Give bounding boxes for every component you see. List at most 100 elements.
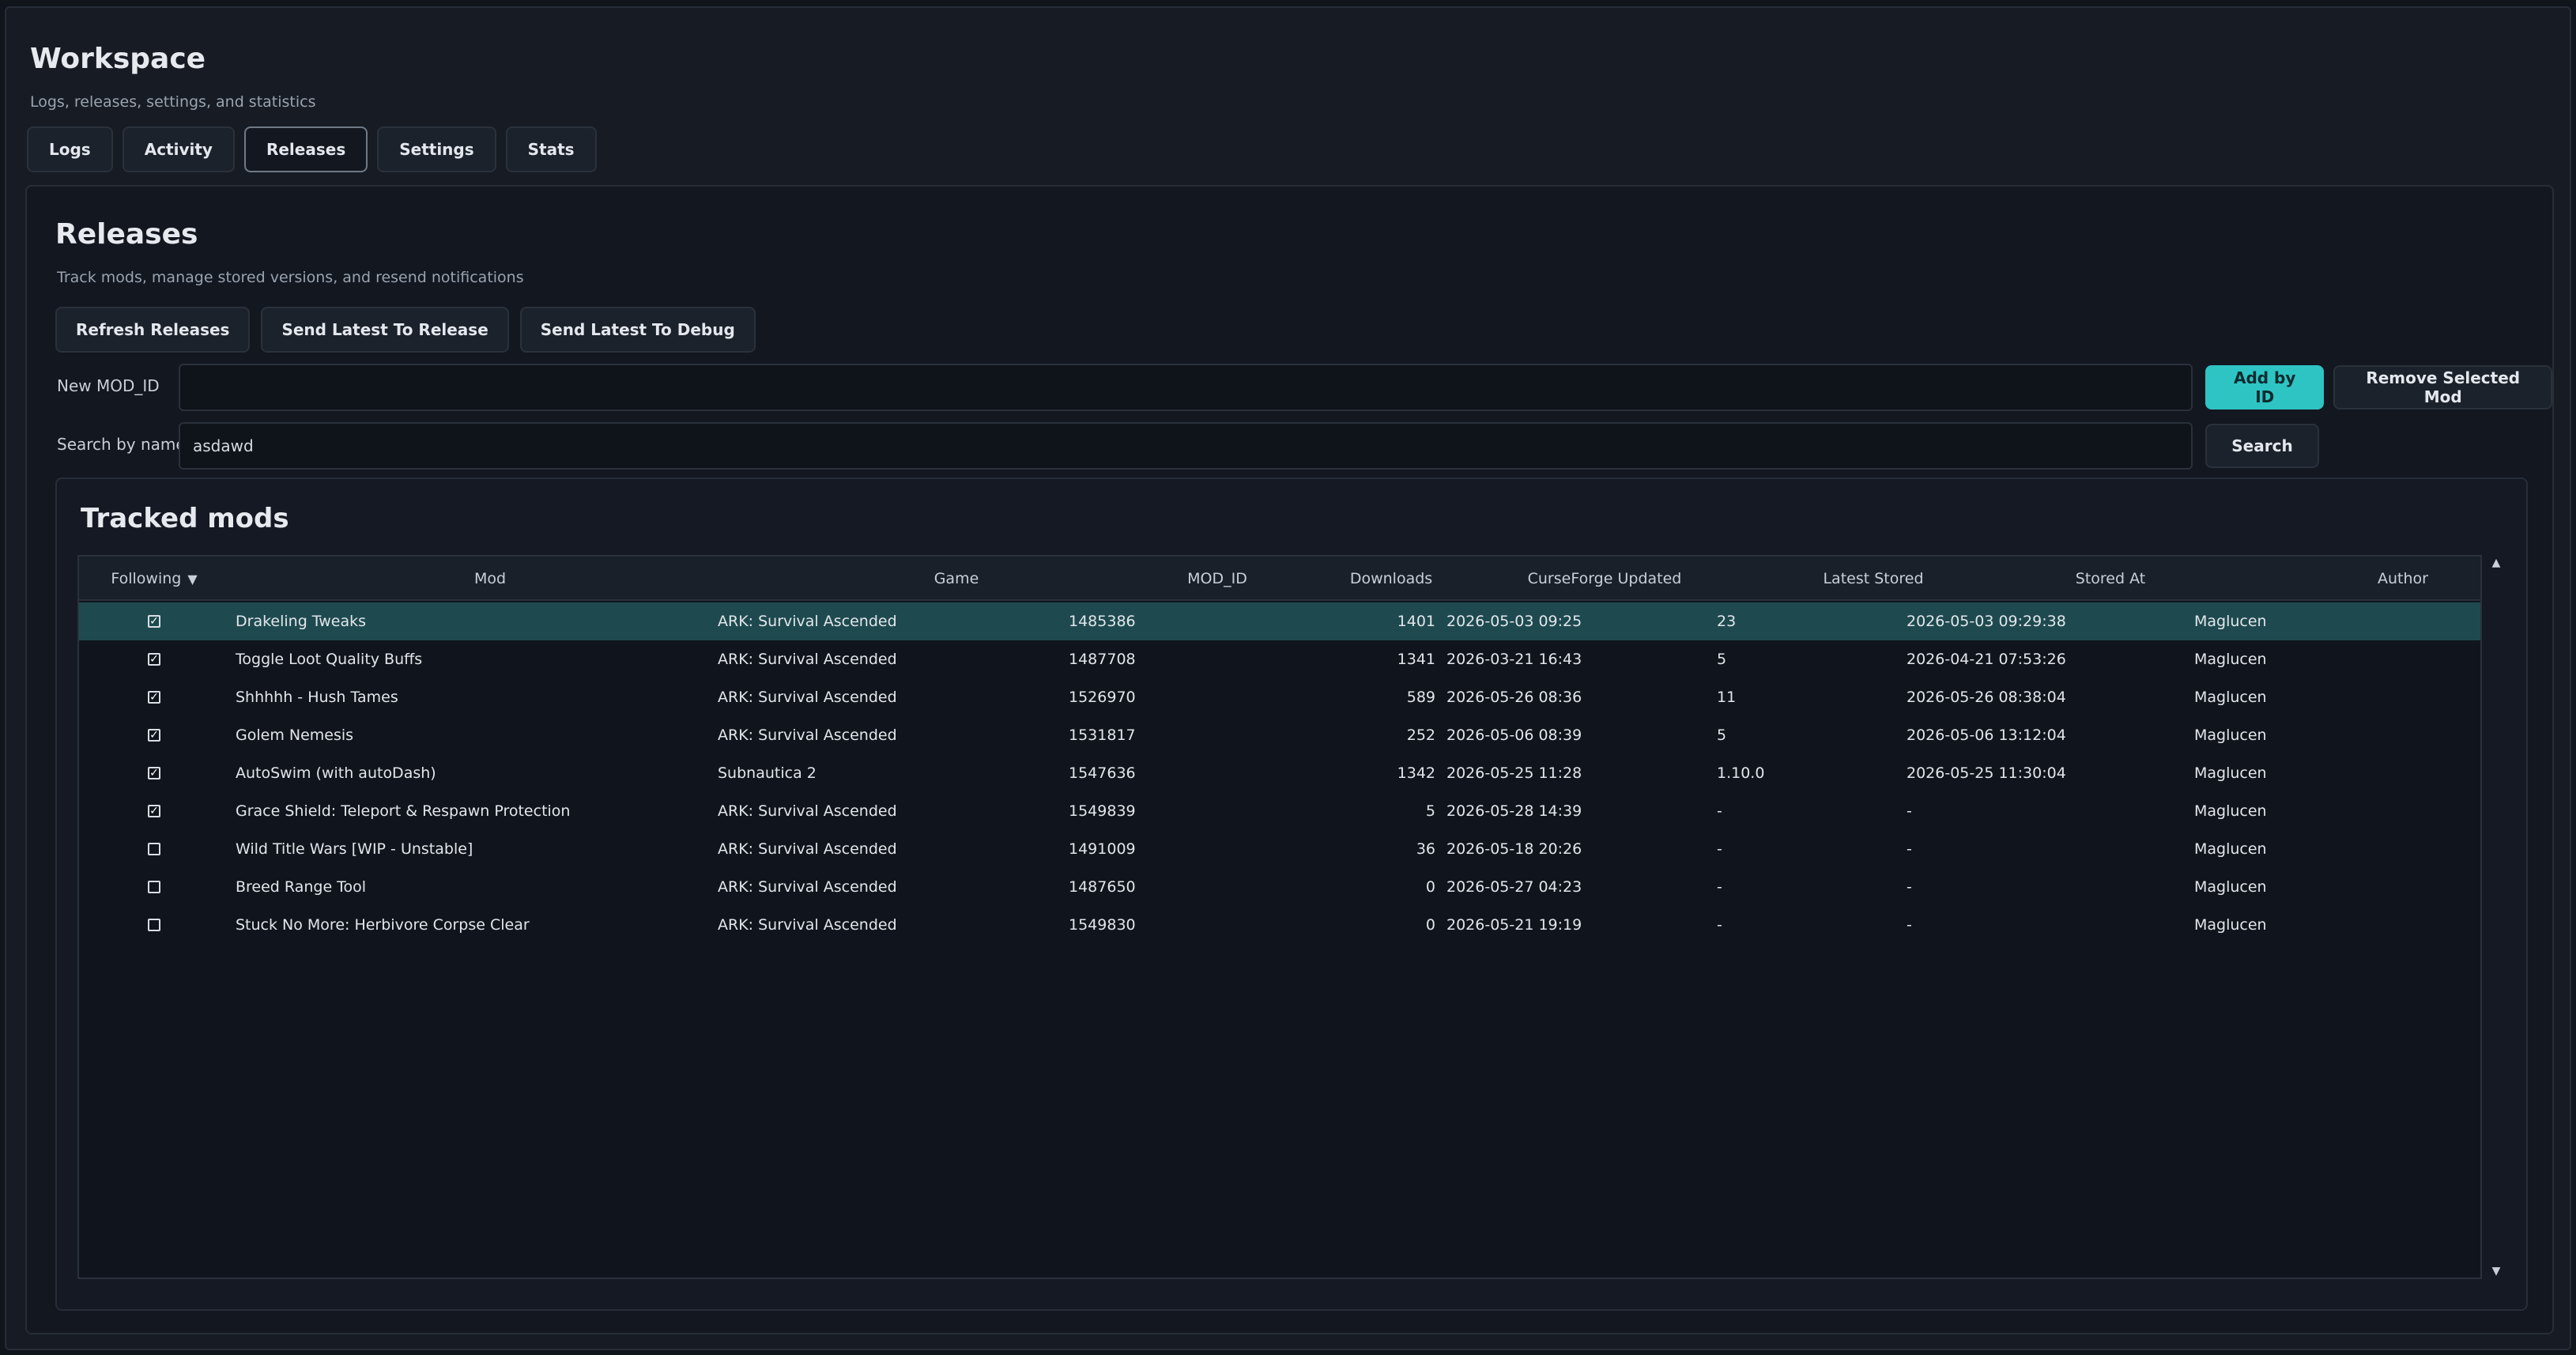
- following-cell[interactable]: ✓: [79, 716, 229, 754]
- checkbox-checked-icon[interactable]: ✓: [148, 767, 160, 779]
- tab-bar: Logs Activity Releases Settings Stats: [27, 126, 597, 172]
- cell-game: ARK: Survival Ascended: [718, 802, 897, 820]
- table-row[interactable]: ✓ Shhhhh - Hush Tames ARK: Survival Ascend…: [79, 678, 2480, 716]
- column-following[interactable]: Following ▼: [79, 557, 229, 601]
- table-header: Following ▼ Mod Game MOD_ID Downloads Cu…: [79, 557, 2480, 601]
- cell-cf-updated: 2026-05-25 11:28: [1446, 764, 1582, 782]
- cell-cf-updated: 2026-05-21 19:19: [1446, 916, 1582, 934]
- tab-stats[interactable]: Stats: [505, 126, 597, 172]
- search-input[interactable]: [179, 422, 2193, 470]
- tracked-mods-section: Tracked mods Following ▼ Mod Game MOD_ID…: [55, 477, 2528, 1311]
- column-mod[interactable]: Mod: [451, 557, 530, 601]
- cell-stored-at: 2026-05-26 08:38:04: [1907, 689, 2066, 706]
- cell-game: ARK: Survival Ascended: [718, 878, 897, 896]
- cell-mod: Stuck No More: Herbivore Corpse Clear: [236, 916, 530, 934]
- checkbox-checked-icon[interactable]: ✓: [148, 729, 160, 742]
- cell-author: Maglucen: [2194, 727, 2267, 744]
- table-row[interactable]: ✓ Drakeling Tweaks ARK: Survival Ascended 1…: [79, 602, 2480, 640]
- cell-mod-id: 1531817: [1069, 727, 1136, 744]
- column-curseforge-updated[interactable]: CurseForge Updated: [1470, 557, 1739, 601]
- cell-cf-updated: 2026-05-26 08:36: [1446, 689, 1582, 706]
- cell-stored-at: 2026-05-03 09:29:38: [1907, 613, 2066, 630]
- cell-game: ARK: Survival Ascended: [718, 651, 897, 668]
- cell-stored-at: -: [1907, 878, 1912, 896]
- workspace-title: Workspace: [30, 43, 206, 75]
- cell-latest-stored: 1.10.0: [1717, 764, 1765, 782]
- cell-author: Maglucen: [2194, 613, 2267, 630]
- cell-downloads: 36: [1416, 840, 1435, 858]
- cell-latest-stored: 5: [1717, 727, 1727, 744]
- following-cell[interactable]: [79, 906, 229, 944]
- column-author[interactable]: Author: [2261, 557, 2480, 601]
- search-button[interactable]: Search: [2205, 424, 2319, 468]
- cell-mod-id: 1549839: [1069, 802, 1136, 820]
- app-window: Workspace Logs, releases, settings, and …: [5, 6, 2571, 1350]
- column-game[interactable]: Game: [917, 557, 996, 601]
- cell-mod-id: 1487708: [1069, 651, 1136, 668]
- column-mod-id[interactable]: MOD_ID: [1138, 557, 1296, 601]
- table-row[interactable]: Breed Range Tool ARK: Survival Ascended 14…: [79, 868, 2480, 906]
- send-latest-debug-button[interactable]: Send Latest To Debug: [519, 307, 756, 353]
- tab-releases[interactable]: Releases: [243, 126, 368, 172]
- cell-downloads: 589: [1406, 689, 1435, 706]
- new-mod-id-input[interactable]: [179, 364, 2193, 411]
- following-cell[interactable]: ✓: [79, 754, 229, 792]
- table-row[interactable]: Wild Title Wars [WIP - Unstable] ARK: Sur…: [79, 830, 2480, 868]
- cell-mod: Breed Range Tool: [236, 878, 367, 896]
- send-latest-release-button[interactable]: Send Latest To Release: [261, 307, 509, 353]
- mod-id-actions: Add by ID Remove Selected Mod: [2205, 365, 2552, 410]
- cell-downloads: 1341: [1397, 651, 1435, 668]
- cell-author: Maglucen: [2194, 840, 2267, 858]
- cell-game: ARK: Survival Ascended: [718, 840, 897, 858]
- add-by-id-button[interactable]: Add by ID: [2205, 365, 2325, 410]
- sort-down-icon: ▼: [187, 571, 198, 587]
- column-latest-stored[interactable]: Latest Stored: [1739, 557, 2008, 601]
- following-cell[interactable]: ✓: [79, 640, 229, 678]
- cell-downloads: 0: [1425, 878, 1435, 896]
- cell-stored-at: -: [1907, 840, 1912, 858]
- cell-downloads: 1401: [1397, 613, 1435, 630]
- cell-downloads: 1342: [1397, 764, 1435, 782]
- cell-cf-updated: 2026-05-27 04:23: [1446, 878, 1582, 896]
- workspace-subtitle: Logs, releases, settings, and statistics: [30, 93, 316, 111]
- column-downloads[interactable]: Downloads: [1312, 557, 1470, 601]
- cell-mod-id: 1549830: [1069, 916, 1136, 934]
- checkbox-checked-icon[interactable]: ✓: [148, 615, 160, 628]
- cell-cf-updated: 2026-05-18 20:26: [1446, 840, 1582, 858]
- table-row[interactable]: ✓ Golem Nemesis ARK: Survival Ascended 1531…: [79, 716, 2480, 754]
- following-cell[interactable]: ✓: [79, 602, 229, 640]
- table-row[interactable]: ✓ AutoSwim (with autoDash) Subnautica 2 154…: [79, 754, 2480, 792]
- following-cell[interactable]: [79, 868, 229, 906]
- cell-mod-id: 1487650: [1069, 878, 1136, 896]
- checkbox-checked-icon[interactable]: ✓: [148, 653, 160, 666]
- scroll-up-icon[interactable]: ▲: [2487, 555, 2506, 571]
- scroll-down-icon[interactable]: ▼: [2487, 1263, 2506, 1279]
- checkbox-unchecked-icon[interactable]: [148, 919, 160, 931]
- release-actions: Refresh Releases Send Latest To Release …: [55, 307, 756, 353]
- cell-mod: Shhhhh - Hush Tames: [236, 689, 398, 706]
- cell-author: Maglucen: [2194, 764, 2267, 782]
- tab-settings[interactable]: Settings: [377, 126, 496, 172]
- tab-logs[interactable]: Logs: [27, 126, 113, 172]
- table-row[interactable]: ✓ Grace Shield: Teleport & Respawn Protec…: [79, 792, 2480, 830]
- remove-selected-mod-button[interactable]: Remove Selected Mod: [2333, 365, 2552, 410]
- table-scrollbar[interactable]: ▲ ▼: [2487, 555, 2506, 1279]
- checkbox-checked-icon[interactable]: ✓: [148, 805, 160, 817]
- tab-activity[interactable]: Activity: [122, 126, 235, 172]
- checkbox-checked-icon[interactable]: ✓: [148, 691, 160, 704]
- tracked-mods-title: Tracked mods: [81, 503, 289, 534]
- cell-cf-updated: 2026-03-21 16:43: [1446, 651, 1582, 668]
- column-stored-at[interactable]: Stored At: [1992, 557, 2229, 601]
- checkbox-unchecked-icon[interactable]: [148, 881, 160, 893]
- refresh-releases-button[interactable]: Refresh Releases: [55, 307, 251, 353]
- cell-stored-at: -: [1907, 802, 1912, 820]
- cell-mod: AutoSwim (with autoDash): [236, 764, 436, 782]
- following-cell[interactable]: ✓: [79, 792, 229, 830]
- checkbox-unchecked-icon[interactable]: [148, 843, 160, 855]
- following-cell[interactable]: ✓: [79, 678, 229, 716]
- cell-mod: Wild Title Wars [WIP - Unstable]: [236, 840, 473, 858]
- table-row[interactable]: ✓ Toggle Loot Quality Buffs ARK: Survival …: [79, 640, 2480, 678]
- cell-latest-stored: -: [1717, 878, 1722, 896]
- table-row[interactable]: Stuck No More: Herbivore Corpse Clear ARK…: [79, 906, 2480, 944]
- following-cell[interactable]: [79, 830, 229, 868]
